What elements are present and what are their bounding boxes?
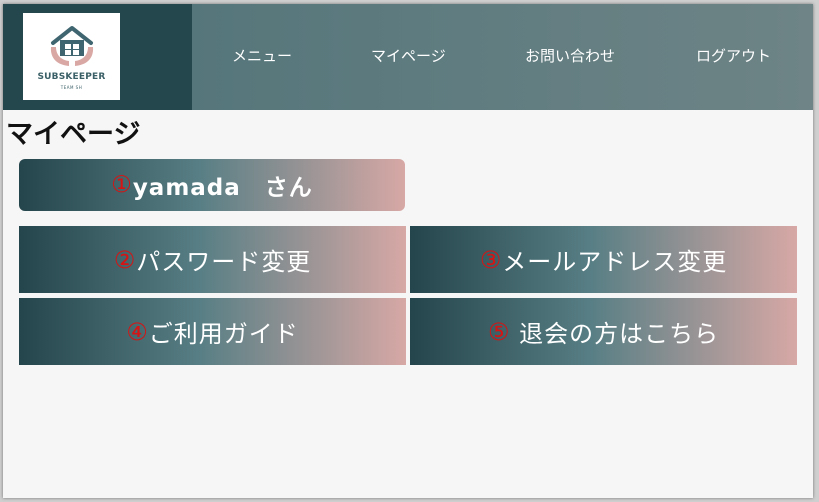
password-change-number: ② bbox=[113, 245, 137, 274]
user-card[interactable]: ① yamada さん bbox=[19, 159, 405, 211]
email-change-button[interactable]: ③ メールアドレス変更 bbox=[410, 226, 797, 293]
header: SUBSKEEPER TEAM SH メニュー マイページ お問い合わせ ログア… bbox=[3, 4, 813, 110]
password-change-button[interactable]: ② パスワード変更 bbox=[19, 226, 406, 293]
email-change-number: ③ bbox=[479, 245, 503, 274]
user-card-number: ① bbox=[111, 172, 133, 198]
password-change-label: パスワード変更 bbox=[136, 248, 312, 276]
nav-item-logout[interactable]: ログアウト bbox=[696, 45, 771, 66]
brand-subtitle: TEAM SH bbox=[60, 85, 83, 90]
house-hands-icon bbox=[50, 26, 94, 66]
user-guide-label: ご利用ガイド bbox=[148, 320, 299, 348]
withdraw-label: 退会の方はこちら bbox=[510, 320, 720, 348]
nav-item-menu[interactable]: メニュー bbox=[232, 45, 292, 66]
main-nav: メニュー マイページ お問い合わせ ログアウト bbox=[192, 4, 813, 110]
logo-panel: SUBSKEEPER TEAM SH bbox=[3, 4, 192, 110]
withdraw-number: ⑤ bbox=[487, 317, 511, 346]
logo[interactable]: SUBSKEEPER TEAM SH bbox=[23, 13, 120, 100]
nav-item-mypage[interactable]: マイページ bbox=[371, 45, 446, 66]
user-guide-button[interactable]: ④ ご利用ガイド bbox=[19, 298, 406, 365]
brand-name: SUBSKEEPER bbox=[37, 72, 106, 82]
user-guide-number: ④ bbox=[126, 317, 149, 346]
page-title: マイページ bbox=[6, 119, 141, 149]
app-window: SUBSKEEPER TEAM SH メニュー マイページ お問い合わせ ログア… bbox=[3, 4, 813, 498]
withdraw-button[interactable]: ⑤ 退会の方はこちら bbox=[410, 298, 797, 365]
nav-item-contact[interactable]: お問い合わせ bbox=[525, 45, 615, 66]
email-change-label: メールアドレス変更 bbox=[502, 248, 728, 276]
user-card-label: yamada さん bbox=[132, 175, 313, 201]
